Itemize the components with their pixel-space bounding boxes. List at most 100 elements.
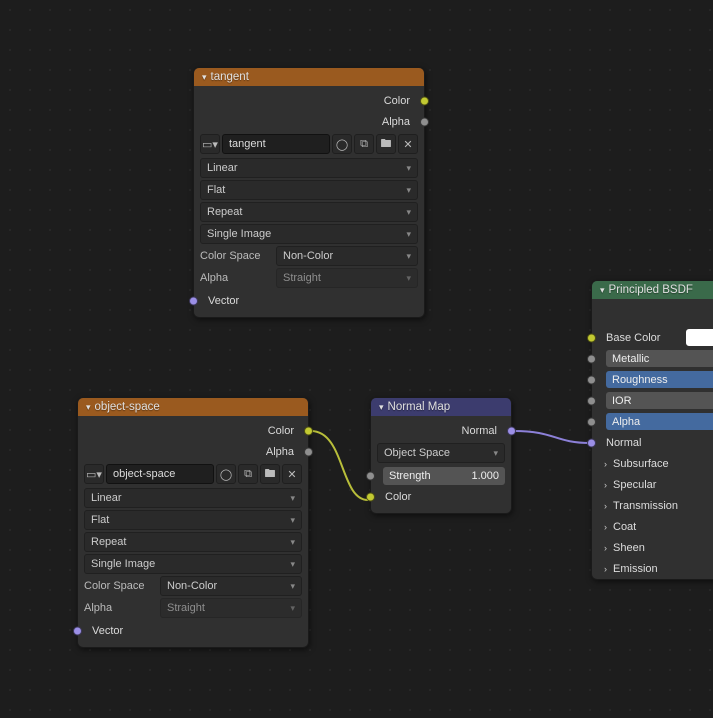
unlink-icon[interactable]: ✕ [398,134,418,154]
sheen-group[interactable]: Sheen [611,542,713,554]
chevron-down-icon: ▾ [406,229,411,240]
chevron-down-icon: ▾ [290,515,295,526]
collapse-icon[interactable]: ▾ [202,72,207,83]
source-select[interactable]: Single Image▾ [200,224,418,244]
alpha-mode-label: Alpha [200,272,272,284]
chevron-down-icon: ▾ [290,603,295,614]
expand-icon[interactable]: › [604,459,607,469]
output-socket-alpha[interactable] [420,117,429,126]
expand-icon[interactable]: › [604,564,607,574]
open-image-icon[interactable]: 🖿 [376,134,396,154]
chevron-down-icon: ▾ [290,559,295,570]
fake-user-icon[interactable]: ◯ [332,134,352,154]
alpha-mode-select[interactable]: Straight▾ [276,268,418,288]
coat-group[interactable]: Coat [611,521,713,533]
color-space-label: Color Space [84,580,156,592]
chevron-down-icon: ▾ [406,273,411,284]
input-socket-vector[interactable] [189,296,198,305]
expand-icon[interactable]: › [604,501,607,511]
node-principled-bsdf[interactable]: ▾ Principled BSDF Base Color Metallic Ro… [591,280,713,580]
node-title: Normal Map [388,401,451,413]
alpha-mode-select[interactable]: Straight▾ [160,598,302,618]
specular-group[interactable]: Specular [611,479,713,491]
unlink-icon[interactable]: ✕ [282,464,302,484]
color-space-select[interactable]: Non-Color▾ [160,576,302,596]
output-socket-color[interactable] [304,426,313,435]
open-image-icon[interactable]: 🖿 [260,464,280,484]
duplicate-icon[interactable]: ⧉ [354,134,374,154]
image-name-input[interactable]: tangent [222,134,330,154]
collapse-icon[interactable]: ▾ [600,285,605,296]
duplicate-icon[interactable]: ⧉ [238,464,258,484]
chevron-down-icon: ▾ [290,537,295,548]
input-vector-label: Vector [92,625,123,637]
node-header[interactable]: ▾ tangent [194,68,424,86]
input-socket-base-color[interactable] [587,333,596,342]
chevron-down-icon: ▾ [406,251,411,262]
projection-select[interactable]: Flat▾ [200,180,418,200]
input-socket-strength[interactable] [366,471,375,480]
input-color-label: Color [385,491,411,503]
output-normal-label: Normal [462,425,497,437]
color-space-label: Color Space [200,250,272,262]
input-socket-vector[interactable] [73,626,82,635]
expand-icon[interactable]: › [604,522,607,532]
interpolation-select[interactable]: Linear▾ [84,488,302,508]
output-socket-alpha[interactable] [304,447,313,456]
input-socket-normal[interactable] [587,438,596,447]
ior-input[interactable]: IOR [606,392,713,409]
color-space-select[interactable]: Non-Color▾ [276,246,418,266]
node-header[interactable]: ▾ Normal Map [371,398,511,416]
collapse-icon[interactable]: ▾ [379,402,384,413]
node-object-space-image-texture[interactable]: ▾ object-space Color Alpha ▭▾ object-spa… [77,397,309,648]
output-socket-normal[interactable] [507,426,516,435]
output-alpha-label: Alpha [266,446,294,458]
output-color-label: Color [384,95,410,107]
strength-input[interactable]: Strength 1.000 [383,467,505,485]
node-tangent-image-texture[interactable]: ▾ tangent Color Alpha ▭▾ tangent ◯ ⧉ 🖿 ✕… [193,67,425,318]
emission-group[interactable]: Emission [611,563,713,575]
node-title: object-space [95,401,160,413]
metallic-input[interactable]: Metallic [606,350,713,367]
interpolation-select[interactable]: Linear▾ [200,158,418,178]
alpha-mode-label: Alpha [84,602,156,614]
roughness-input[interactable]: Roughness [606,371,713,388]
image-browse-icon[interactable]: ▭▾ [200,134,220,154]
source-select[interactable]: Single Image▾ [84,554,302,574]
expand-icon[interactable]: › [604,480,607,490]
output-alpha-label: Alpha [382,116,410,128]
expand-icon[interactable]: › [604,543,607,553]
normal-label: Normal [604,437,713,449]
chevron-down-icon: ▾ [290,493,295,504]
node-title: Principled BSDF [609,284,693,296]
fake-user-icon[interactable]: ◯ [216,464,236,484]
node-title: tangent [211,71,249,83]
input-socket-metallic[interactable] [587,354,596,363]
chevron-down-icon: ▾ [406,163,411,174]
output-color-label: Color [268,425,294,437]
extension-select[interactable]: Repeat▾ [200,202,418,222]
extension-select[interactable]: Repeat▾ [84,532,302,552]
input-socket-alpha[interactable] [587,417,596,426]
input-socket-ior[interactable] [587,396,596,405]
projection-select[interactable]: Flat▾ [84,510,302,530]
input-socket-roughness[interactable] [587,375,596,384]
node-header[interactable]: ▾ Principled BSDF [592,281,713,299]
base-color-label: Base Color [604,332,684,344]
node-header[interactable]: ▾ object-space [78,398,308,416]
image-browse-icon[interactable]: ▭▾ [84,464,104,484]
input-socket-color[interactable] [366,492,375,501]
space-select[interactable]: Object Space▾ [377,443,505,463]
transmission-group[interactable]: Transmission [611,500,713,512]
node-normal-map[interactable]: ▾ Normal Map Normal Object Space▾ Streng… [370,397,512,514]
image-name-input[interactable]: object-space [106,464,214,484]
alpha-input[interactable]: Alpha [606,413,713,430]
collapse-icon[interactable]: ▾ [86,402,91,413]
chevron-down-icon: ▾ [406,185,411,196]
base-color-swatch[interactable] [686,329,713,346]
chevron-down-icon: ▾ [290,581,295,592]
chevron-down-icon: ▾ [493,448,498,459]
output-socket-color[interactable] [420,96,429,105]
subsurface-group[interactable]: Subsurface [611,458,713,470]
input-vector-label: Vector [208,295,239,307]
